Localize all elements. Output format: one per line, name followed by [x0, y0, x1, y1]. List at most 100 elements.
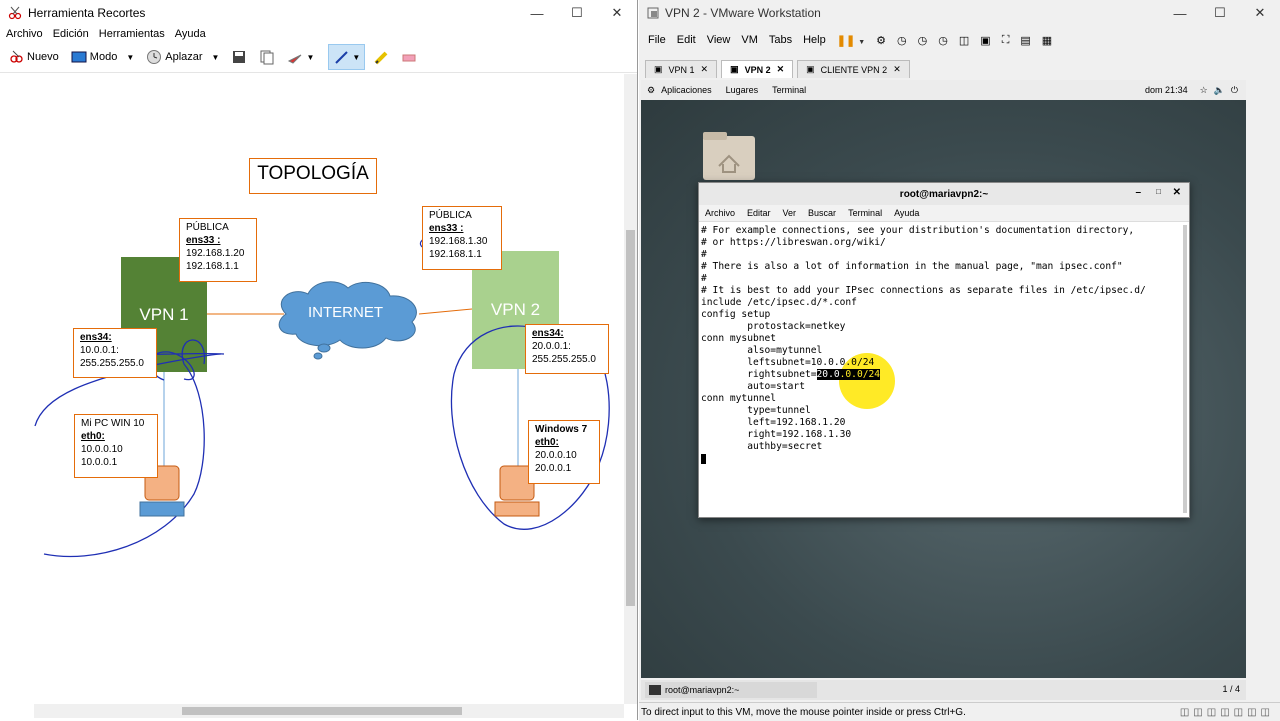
- highlighter-button[interactable]: [369, 45, 393, 69]
- workspace-pager[interactable]: 1 / 4: [1222, 684, 1240, 694]
- gnome-terminal-menu[interactable]: Terminal: [772, 85, 806, 95]
- term-menu-terminal[interactable]: Terminal: [848, 208, 882, 218]
- send-ctrl-alt-del-icon[interactable]: ⚙: [876, 34, 886, 47]
- vm-desktop[interactable]: root@mariavpn2:~ – □ ✕ Archivo Editar Ve…: [641, 100, 1246, 678]
- terminal-minimize-button[interactable]: –: [1135, 187, 1141, 198]
- term-menu-editar[interactable]: Editar: [747, 208, 771, 218]
- terminal-window[interactable]: root@mariavpn2:~ – □ ✕ Archivo Editar Ve…: [698, 182, 1190, 518]
- snipping-tool-window: Herramienta Recortes — ☐ ✕ Archivo Edici…: [0, 0, 638, 720]
- vpn1-private-box: ens34: 10.0.0.1: 255.255.255.0: [73, 328, 157, 378]
- vm-menu-tabs[interactable]: Tabs: [769, 34, 792, 46]
- cursor-highlight: [839, 353, 895, 409]
- terminal-line: auto=start: [701, 381, 805, 392]
- tab-vpn2[interactable]: ▣ VPN 2 ✕: [721, 60, 794, 78]
- eraser-button[interactable]: [397, 45, 421, 69]
- horizontal-scrollbar-thumb[interactable]: [182, 707, 462, 715]
- close-icon[interactable]: ✕: [701, 64, 709, 75]
- chevron-down-icon: ▼: [126, 52, 135, 62]
- gnome-clock[interactable]: dom 21:34: [1145, 85, 1188, 95]
- menu-ayuda[interactable]: Ayuda: [175, 28, 206, 40]
- terminal-line: #: [701, 273, 707, 284]
- vertical-scrollbar-thumb[interactable]: [626, 230, 635, 606]
- volume-icon[interactable]: 🔈: [1214, 85, 1225, 96]
- vm-minimize-button[interactable]: —: [1160, 6, 1200, 21]
- unity-icon[interactable]: ▤: [1020, 34, 1030, 47]
- terminal-cursor: [701, 454, 706, 464]
- terminal-line: # For example connections, see your dist…: [701, 225, 1135, 236]
- pc2-gw: 20.0.0.1: [535, 463, 572, 474]
- close-icon[interactable]: ✕: [777, 64, 785, 75]
- snapshot-icon[interactable]: ◷: [897, 34, 907, 47]
- library-view-icon[interactable]: ◫: [959, 34, 969, 47]
- term-menu-ayuda[interactable]: Ayuda: [894, 208, 919, 218]
- console-view-icon[interactable]: ▦: [1042, 34, 1052, 47]
- mode-button[interactable]: Modo ▼: [67, 45, 138, 69]
- gnome-applications-menu[interactable]: Aplicaciones: [661, 85, 712, 95]
- pc2-name: Windows 7: [535, 424, 588, 435]
- applications-icon: ⚙: [647, 84, 656, 95]
- horizontal-scrollbar[interactable]: [34, 704, 624, 718]
- gnome-places-menu[interactable]: Lugares: [726, 85, 759, 95]
- copy-button[interactable]: [255, 45, 279, 69]
- vm-menu-edit[interactable]: Edit: [677, 34, 696, 46]
- maximize-button[interactable]: ☐: [557, 5, 597, 21]
- vm-menu-view[interactable]: View: [707, 34, 731, 46]
- vpn1-private-ip: 10.0.0.1:: [80, 345, 119, 356]
- vm-menu-help[interactable]: Help: [803, 34, 826, 46]
- vm-menu-file[interactable]: File: [648, 34, 666, 46]
- close-button[interactable]: ✕: [597, 5, 637, 21]
- snip-toolbar: Nuevo Modo ▼ Aplazar ▼ ▼ ▼: [0, 42, 637, 73]
- vm-menu-vm[interactable]: VM: [741, 34, 758, 46]
- device-status-icons[interactable]: ◫◫◫◫◫◫◫: [1180, 707, 1274, 718]
- menu-archivo[interactable]: Archivo: [6, 28, 43, 40]
- tab-cliente-vpn2[interactable]: ▣ CLIENTE VPN 2 ✕: [797, 60, 910, 78]
- pc2-box: Windows 7 eth0: 20.0.0.10 20.0.0.1: [528, 420, 600, 484]
- highlighter-icon: [373, 49, 389, 65]
- vm-menubar: File Edit View VM Tabs Help ❚❚ ▼ ⚙ ◷ ◷ ◷…: [639, 26, 1280, 54]
- network-icon[interactable]: ☆: [1200, 85, 1208, 96]
- vpn2-public-box: PÚBLICA ens33 : 192.168.1.30 192.168.1.1: [422, 206, 502, 270]
- terminal-scrollbar[interactable]: [1183, 225, 1187, 513]
- terminal-menubar: Archivo Editar Ver Buscar Terminal Ayuda: [699, 205, 1189, 222]
- snapshot-manager-icon[interactable]: ◷: [938, 34, 948, 47]
- terminal-close-button[interactable]: ✕: [1173, 187, 1181, 198]
- new-button[interactable]: Nuevo: [4, 45, 63, 69]
- vm-tabs: ▣ VPN 1 ✕ ▣ VPN 2 ✕ ▣ CLIENTE VPN 2 ✕: [639, 54, 1280, 78]
- terminal-content[interactable]: # For example connections, see your dist…: [701, 225, 1179, 513]
- term-menu-ver[interactable]: Ver: [783, 208, 797, 218]
- internet-label: INTERNET: [308, 304, 383, 321]
- pc2-iface: eth0:: [535, 437, 559, 448]
- vm-close-button[interactable]: ✕: [1240, 5, 1280, 21]
- taskbar-terminal-label: root@mariavpn2:~: [665, 685, 740, 695]
- vm-maximize-button[interactable]: ☐: [1200, 5, 1240, 21]
- terminal-maximize-button[interactable]: □: [1156, 187, 1161, 196]
- snip-titlebar: Herramienta Recortes — ☐ ✕: [0, 0, 637, 26]
- close-icon[interactable]: ✕: [893, 64, 901, 75]
- vpn2-public-ip: 192.168.1.30: [429, 236, 488, 247]
- term-menu-archivo[interactable]: Archivo: [705, 208, 735, 218]
- menu-edicion[interactable]: Edición: [53, 28, 89, 40]
- minimize-button[interactable]: —: [517, 6, 557, 21]
- terminal-line: include /etc/ipsec.d/*.conf: [701, 297, 857, 308]
- fullscreen-icon[interactable]: ⛶: [1002, 34, 1010, 47]
- save-button[interactable]: [227, 45, 251, 69]
- taskbar-terminal-item[interactable]: root@mariavpn2:~: [645, 682, 817, 698]
- term-menu-buscar[interactable]: Buscar: [808, 208, 836, 218]
- terminal-line: protostack=netkey: [701, 321, 846, 332]
- revert-snapshot-icon[interactable]: ◷: [918, 34, 928, 47]
- send-button[interactable]: ▼: [283, 45, 318, 69]
- delay-button[interactable]: Aplazar ▼: [142, 45, 223, 69]
- delay-label: Aplazar: [165, 51, 203, 63]
- chevron-down-icon: ▼: [306, 52, 315, 62]
- power-icon[interactable]: ⏻: [1231, 85, 1238, 96]
- pen-button[interactable]: ▼: [328, 44, 366, 70]
- tab-vpn1[interactable]: ▣ VPN 1 ✕: [645, 60, 718, 78]
- single-window-icon[interactable]: ▣: [980, 34, 990, 47]
- scissors-icon: [8, 6, 22, 20]
- pause-icon[interactable]: ❚❚ ▼: [837, 34, 865, 47]
- clock-icon: [146, 49, 162, 65]
- vertical-scrollbar[interactable]: [624, 74, 637, 704]
- send-icon: [287, 49, 303, 65]
- home-folder-icon[interactable]: [701, 130, 757, 180]
- menu-herramientas[interactable]: Herramientas: [99, 28, 165, 40]
